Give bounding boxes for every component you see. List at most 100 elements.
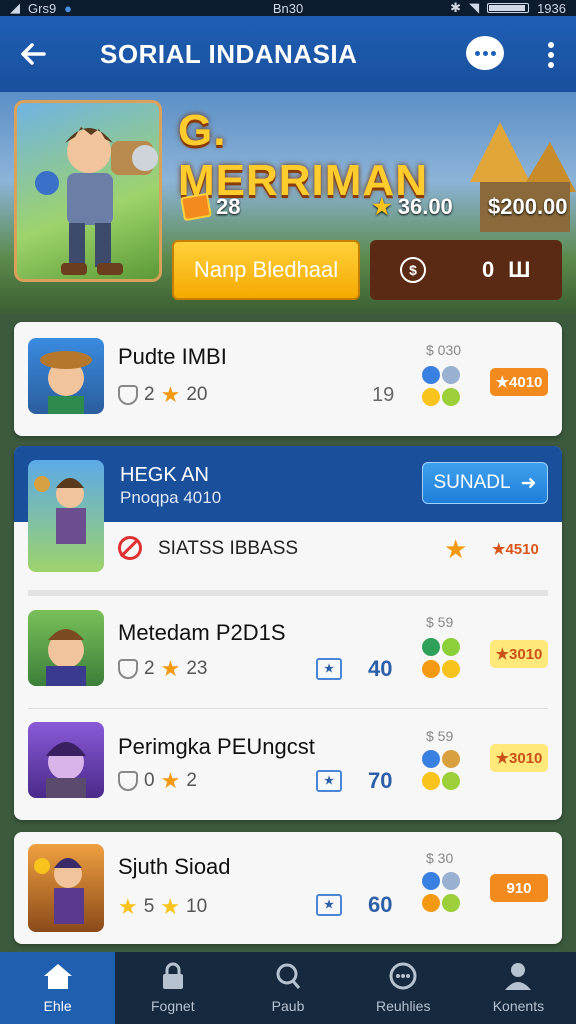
item-title: Metedam P2D1S bbox=[118, 620, 286, 645]
hero-banner: G. MERRIMAN 28 ★ 36.00 $200.00 Nanp Bled… bbox=[0, 92, 576, 314]
avatar bbox=[28, 460, 104, 572]
nav-item-profile[interactable]: Konents bbox=[461, 952, 576, 1024]
nav-item-chat[interactable]: Reuhlies bbox=[346, 952, 461, 1024]
nav-label: Paub bbox=[271, 998, 305, 1014]
ticket-icon: ★ bbox=[316, 770, 342, 792]
bottom-nav: Ehle Fognet Paub Reuhlies Konents bbox=[0, 952, 576, 1024]
featured-row-badge-value: 4510 bbox=[505, 541, 539, 558]
item-mid-value: 19 bbox=[372, 384, 395, 406]
item-price: $ 30 bbox=[426, 850, 454, 866]
hero-stat-2: ★ 36.00 bbox=[372, 194, 453, 220]
featured-subtitle: Pnoqpa 4010 bbox=[120, 488, 222, 507]
item-stats: ★ 5 ★ 10 bbox=[118, 894, 207, 920]
chat-icon bbox=[388, 962, 418, 990]
bars-icon: Ш bbox=[508, 257, 531, 282]
item-stat-b: 20 bbox=[186, 384, 208, 405]
nav-label: Ehle bbox=[43, 998, 72, 1014]
featured-row-badge: ★4510 bbox=[492, 541, 539, 558]
battery-icon bbox=[487, 3, 530, 13]
search-icon bbox=[273, 962, 303, 990]
item-stat-b: 23 bbox=[186, 658, 208, 679]
back-arrow-icon[interactable] bbox=[18, 39, 48, 69]
item-stat-a: 5 bbox=[143, 896, 155, 917]
item-stats: 2 ★ 20 bbox=[118, 382, 207, 408]
hero-character-image bbox=[14, 100, 162, 282]
featured-button-label: SUNADL bbox=[433, 472, 511, 493]
home-icon bbox=[43, 962, 73, 990]
ticket-icon: ★ bbox=[316, 894, 342, 916]
star-icon: ★ bbox=[118, 894, 138, 919]
star-icon: ★ bbox=[444, 534, 468, 564]
item-mid-value: 60 bbox=[368, 892, 393, 917]
list-item[interactable]: Sjuth Sioad ★ 5 ★ 10 ★ 60 $ 30 910 bbox=[14, 832, 562, 944]
gems-icon bbox=[422, 750, 466, 794]
item-mid-value: 40 bbox=[368, 656, 393, 681]
item-title: Sjuth Sioad bbox=[118, 854, 231, 879]
nav-label: Konents bbox=[492, 998, 545, 1014]
gems-icon bbox=[422, 638, 466, 682]
nav-item-home[interactable]: Ehle bbox=[0, 952, 116, 1024]
star-icon: ★ bbox=[160, 894, 181, 919]
nav-item-lock[interactable]: Fognet bbox=[115, 952, 230, 1024]
shield-icon bbox=[118, 659, 138, 679]
hero-stat-1: 28 bbox=[180, 192, 241, 222]
item-price: $ 59 bbox=[426, 728, 454, 744]
hero-currency-box[interactable]: $ 0 Ш bbox=[370, 240, 562, 300]
star-icon: ★ bbox=[372, 194, 392, 219]
list-item[interactable]: Perimgka PEUngcst 0 ★ 2 ★ 70 $ 59 ★ 3010 bbox=[14, 710, 562, 820]
item-badge[interactable]: ★ 4010 bbox=[490, 368, 548, 396]
item-stats: 2 ★ 23 bbox=[118, 656, 207, 682]
nav-label: Reuhlies bbox=[375, 998, 431, 1014]
divider bbox=[28, 708, 548, 709]
more-vert-icon[interactable] bbox=[548, 42, 554, 68]
no-entry-icon bbox=[118, 536, 142, 560]
avatar bbox=[28, 338, 104, 414]
app-title: SORIAL INDANASIA bbox=[100, 38, 358, 69]
item-badge[interactable]: ★ 3010 bbox=[490, 744, 548, 772]
featured-button[interactable]: SUNADL ➜ bbox=[422, 462, 548, 504]
status-bar: ◢ Grs9 ● Bn30 ✱ ◥ 1936 bbox=[0, 0, 576, 16]
app-bar: SORIAL INDANASIA bbox=[0, 16, 576, 92]
coin-icon: $ bbox=[400, 257, 426, 283]
nav-label: Fognet bbox=[151, 998, 195, 1014]
hero-stat-3: $200.00 bbox=[488, 194, 568, 220]
chat-bubble-icon[interactable] bbox=[466, 36, 504, 70]
item-price: $ 59 bbox=[426, 614, 454, 630]
avatar bbox=[28, 722, 104, 798]
avatar bbox=[28, 844, 104, 932]
lock-icon bbox=[158, 962, 188, 990]
item-title: Perimgka PEUngcst bbox=[118, 734, 315, 759]
hero-stat-3-value: $200.00 bbox=[488, 194, 568, 219]
item-stat-b: 2 bbox=[186, 770, 197, 791]
ticket-icon bbox=[180, 192, 212, 222]
arrow-right-icon: ➜ bbox=[520, 472, 537, 494]
item-stat-a: 2 bbox=[144, 384, 155, 405]
avatar bbox=[28, 610, 104, 686]
item-stats: 0 ★ 2 bbox=[118, 768, 197, 794]
star-icon: ★ bbox=[160, 768, 181, 793]
ticket-icon: ★ bbox=[316, 658, 342, 680]
list-item[interactable]: Pudte IMBI 2 ★ 20 $ 030 19 ★ 4010 bbox=[14, 322, 562, 436]
item-badge-value: 3010 bbox=[509, 645, 543, 663]
person-icon bbox=[503, 962, 533, 990]
hero-stat-1-value: 28 bbox=[216, 194, 241, 219]
item-badge[interactable]: 910 bbox=[490, 874, 548, 902]
featured-card: HEGK AN Pnoqpa 4010 SUNADL ➜ SIATSS IBBA… bbox=[14, 446, 562, 820]
hero-title: G. MERRIMAN bbox=[178, 106, 428, 205]
shield-icon bbox=[118, 385, 138, 405]
star-icon: ★ bbox=[160, 656, 181, 681]
item-stat-b: 10 bbox=[186, 896, 208, 917]
hero-box-value: 0 bbox=[482, 257, 495, 282]
nav-item-search[interactable]: Paub bbox=[230, 952, 345, 1024]
hero-action-button[interactable]: Nanp Bledhaal bbox=[172, 240, 360, 300]
item-mid-value: 70 bbox=[368, 768, 393, 793]
item-price: $ 030 bbox=[426, 342, 462, 358]
list-item[interactable]: Metedam P2D1S 2 ★ 23 ★ 40 $ 59 ★ 3010 bbox=[14, 596, 562, 706]
item-title: Pudte IMBI bbox=[118, 344, 227, 369]
item-badge[interactable]: ★ 3010 bbox=[490, 640, 548, 668]
hero-stat-2-value: 36.00 bbox=[397, 194, 453, 219]
item-stat-a: 2 bbox=[144, 658, 155, 679]
gems-icon bbox=[422, 872, 466, 916]
item-badge-value: 4010 bbox=[509, 373, 543, 391]
featured-row-label: SIATSS IBBASS bbox=[158, 538, 299, 559]
